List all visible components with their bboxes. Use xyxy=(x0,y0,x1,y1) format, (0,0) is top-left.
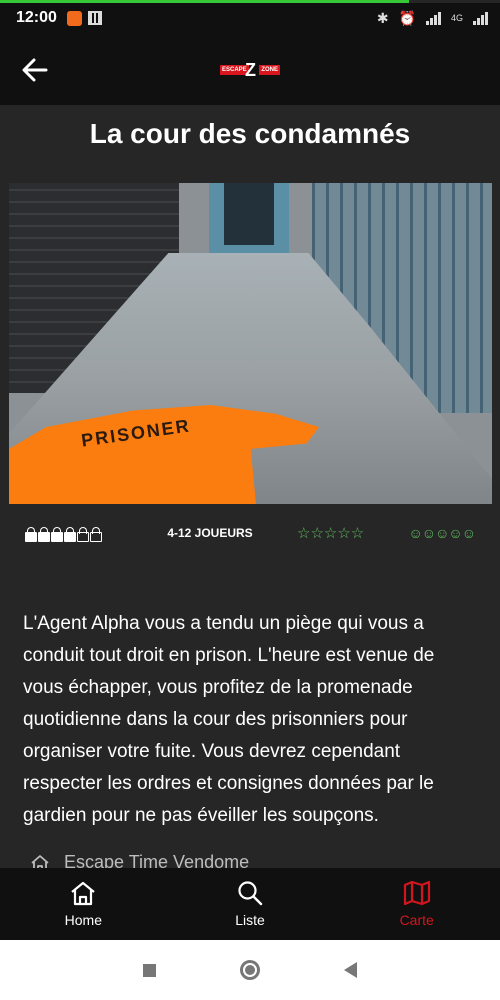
nav-carte[interactable]: Carte xyxy=(333,868,500,940)
back-button[interactable] xyxy=(18,53,52,87)
qr-code-icon xyxy=(87,11,102,25)
escape-zone-logo: ESCAPE Z ZONE xyxy=(218,59,282,81)
logo-z-glyph: Z xyxy=(245,60,256,80)
signal-icon-2 xyxy=(473,11,488,25)
arrow-left-icon xyxy=(22,58,48,82)
lock-icon xyxy=(90,526,102,542)
alarm-off-icon: ⏰ xyxy=(398,9,416,26)
recent-apps-button[interactable] xyxy=(143,963,156,977)
room-info-row: 4-12 JOUEURS ☆☆☆☆☆ ☺☺☺☺☺ xyxy=(25,520,476,546)
doorway-shape xyxy=(224,183,274,245)
home-icon xyxy=(71,881,96,906)
lock-icon xyxy=(77,526,89,542)
bottom-navigation: Home Liste Carte xyxy=(0,868,500,940)
system-navigation-bar xyxy=(0,940,500,1000)
nav-home[interactable]: Home xyxy=(0,868,167,940)
lock-icon xyxy=(38,526,50,542)
signal-icon xyxy=(425,11,441,25)
player-count: 4-12 JOUEURS xyxy=(167,526,253,540)
lock-icon xyxy=(51,526,63,542)
notification-app-icon xyxy=(66,10,82,26)
fun-smileys: ☺☺☺☺☺ xyxy=(408,525,476,541)
nav-carte-label: Carte xyxy=(399,912,434,928)
lock-icon xyxy=(64,526,76,542)
room-hero-image: PRISONER xyxy=(9,183,492,504)
network-type-label: 4G xyxy=(450,13,463,23)
bluetooth-icon: ✱ xyxy=(376,9,389,26)
room-description: L'Agent Alpha vous a tendu un piège qui … xyxy=(23,613,435,826)
app-bar: ESCAPE Z ZONE xyxy=(0,33,500,105)
status-time: 12:00 xyxy=(16,9,57,26)
back-system-button[interactable] xyxy=(344,962,357,978)
nav-liste[interactable]: Liste xyxy=(167,868,334,940)
nav-home-label: Home xyxy=(64,912,103,928)
search-icon xyxy=(238,881,263,906)
nav-liste-label: Liste xyxy=(235,912,265,928)
lock-icon xyxy=(25,526,37,542)
rating-stars: ☆☆☆☆☆ xyxy=(297,525,365,542)
map-icon xyxy=(403,880,430,906)
home-system-button[interactable] xyxy=(240,960,260,980)
status-indicators: ✱ ⏰ 4G xyxy=(377,10,488,27)
room-title: La cour des condamnés xyxy=(89,118,411,149)
status-bar: 12:00 ✱ ⏰ 4G xyxy=(0,3,500,33)
difficulty-locks xyxy=(25,526,127,542)
logo-text-right: ZONE xyxy=(259,65,280,75)
